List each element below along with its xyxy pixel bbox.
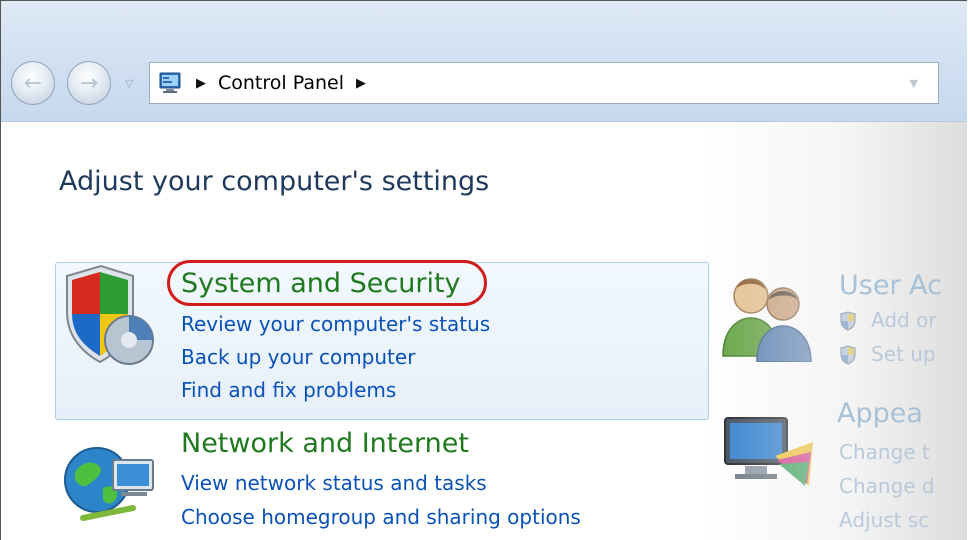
main-content: Adjust your computer's settings System a… <box>1 122 967 540</box>
page-title: Adjust your computer's settings <box>59 166 490 197</box>
users-icon <box>722 278 812 362</box>
back-button[interactable]: ← <box>11 61 55 105</box>
back-arrow-icon: ← <box>23 70 43 96</box>
find-fix-link[interactable]: Find and fix problems <box>181 378 396 402</box>
system-security-link[interactable]: System and Security <box>181 268 461 299</box>
appearance-link[interactable]: Appea <box>837 398 923 429</box>
shield-icon <box>66 264 154 365</box>
homegroup-link[interactable]: Choose homegroup and sharing options <box>181 505 581 529</box>
breadcrumb-separator-icon[interactable]: ▶ <box>196 76 206 91</box>
back-up-link[interactable]: Back up your computer <box>181 345 415 369</box>
forward-arrow-icon: → <box>79 70 99 96</box>
review-status-link[interactable]: Review your computer's status <box>181 312 490 336</box>
recent-pages-dropdown[interactable]: ▽ <box>125 77 133 90</box>
network-globe-icon <box>64 447 154 521</box>
change-t-link[interactable]: Change t <box>839 440 930 464</box>
control-panel-window: ← → ▽ ▶ Control Panel ▶ ▼ Adjust your co… <box>0 0 967 540</box>
add-or-link[interactable]: Add or <box>871 308 937 332</box>
control-panel-icon <box>159 72 181 93</box>
address-dropdown-icon[interactable]: ▼ <box>910 77 918 90</box>
change-d-link[interactable]: Change d <box>839 474 935 498</box>
network-status-link[interactable]: View network status and tasks <box>181 471 487 495</box>
monitor-palette-icon <box>724 417 813 486</box>
uac-shield-icon <box>840 311 856 331</box>
address-bar[interactable]: ▶ Control Panel ▶ ▼ <box>149 62 939 104</box>
uac-shield-icon <box>840 345 856 365</box>
set-up-link[interactable]: Set up <box>871 342 936 366</box>
breadcrumb-expand-icon[interactable]: ▶ <box>356 76 366 91</box>
adjust-sc-link[interactable]: Adjust sc <box>839 508 929 532</box>
forward-button[interactable]: → <box>67 61 111 105</box>
user-accounts-link[interactable]: User Ac <box>839 270 942 301</box>
window-toolbar: ← → ▽ ▶ Control Panel ▶ ▼ <box>1 1 967 122</box>
network-internet-link[interactable]: Network and Internet <box>181 428 469 459</box>
breadcrumb-control-panel[interactable]: Control Panel <box>218 72 344 94</box>
